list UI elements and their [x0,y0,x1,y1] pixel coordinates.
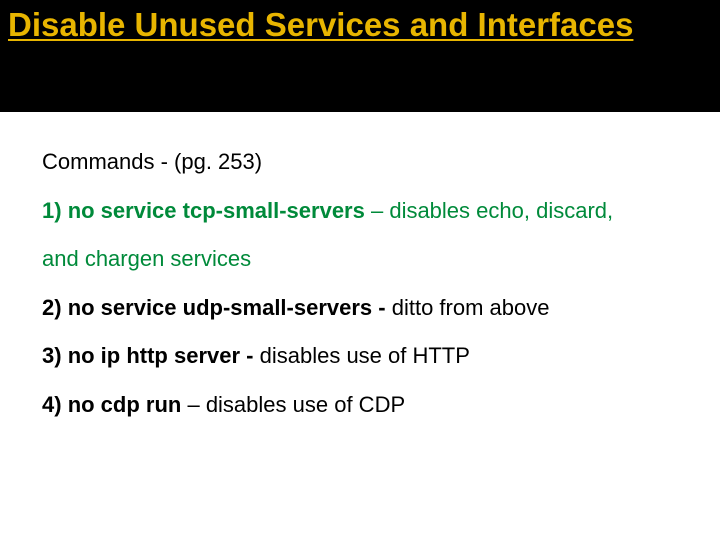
item-desc-a: disables echo, discard, [389,198,613,223]
item-command: no cdp run [68,392,182,417]
item-desc-a: ditto from above [392,295,550,320]
item-sep: - [240,343,260,368]
item-command: no service tcp-small-servers [68,198,365,223]
item-desc-a: disables use of CDP [206,392,405,417]
item-sep: - [372,295,392,320]
item-number: 1) [42,198,62,223]
slide: Disable Unused Services and Interfaces C… [0,0,720,540]
item-1-cont: and chargen services [42,245,678,274]
item-desc-a: disables use of HTTP [260,343,470,368]
item-2: 2) no service udp-small-servers - ditto … [42,294,678,323]
item-sep: – [365,198,389,223]
item-command: no service udp-small-servers [68,295,372,320]
intro-line: Commands - (pg. 253) [42,148,678,177]
item-number: 2) [42,295,62,320]
item-3: 3) no ip http server - disables use of H… [42,342,678,371]
item-number: 4) [42,392,62,417]
title-bar: Disable Unused Services and Interfaces [0,0,720,112]
item-1: 1) no service tcp-small-servers – disabl… [42,197,678,226]
slide-title: Disable Unused Services and Interfaces [8,6,710,44]
item-4: 4) no cdp run – disables use of CDP [42,391,678,420]
item-sep: – [181,392,205,417]
slide-body: Commands - (pg. 253) 1) no service tcp-s… [0,112,720,420]
item-number: 3) [42,343,62,368]
item-command: no ip http server [68,343,240,368]
